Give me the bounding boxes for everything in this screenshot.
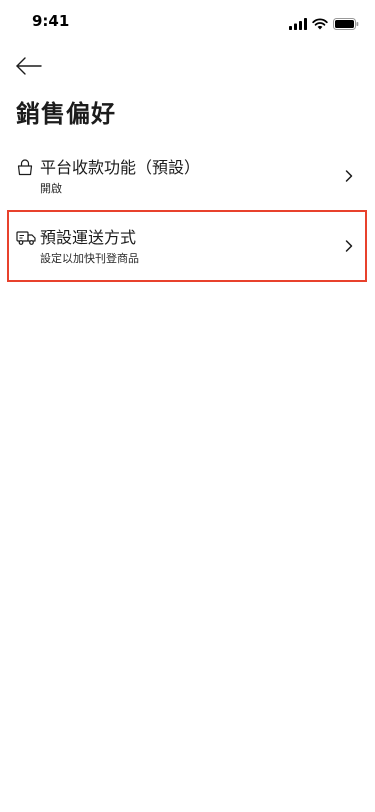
settings-item-subtitle: 開啟: [40, 182, 62, 195]
settings-item-title: 平台收款功能（預設）: [40, 158, 201, 177]
settings-item-subtitle: 設定以加快刊登商品: [40, 252, 139, 265]
battery-icon: [333, 15, 359, 34]
settings-item-platform-payment[interactable]: 平台收款功能（預設） 開啟: [0, 152, 375, 204]
signal-icon: [289, 15, 307, 34]
chevron-right-icon: [345, 238, 353, 252]
settings-item-title: 預設運送方式: [40, 228, 137, 247]
settings-item-default-shipping[interactable]: 預設運送方式 設定以加快刊登商品: [0, 222, 375, 274]
truck-icon: [16, 228, 36, 246]
arrow-left-icon: [15, 57, 43, 79]
wifi-icon: [312, 15, 328, 34]
lock-icon: [16, 158, 34, 176]
back-button[interactable]: [14, 56, 44, 80]
status-bar: 9:41: [0, 0, 375, 44]
status-time: 9:41: [32, 12, 70, 30]
chevron-right-icon: [345, 168, 353, 182]
page-title: 銷售偏好: [16, 100, 116, 128]
status-icons: [289, 15, 359, 34]
